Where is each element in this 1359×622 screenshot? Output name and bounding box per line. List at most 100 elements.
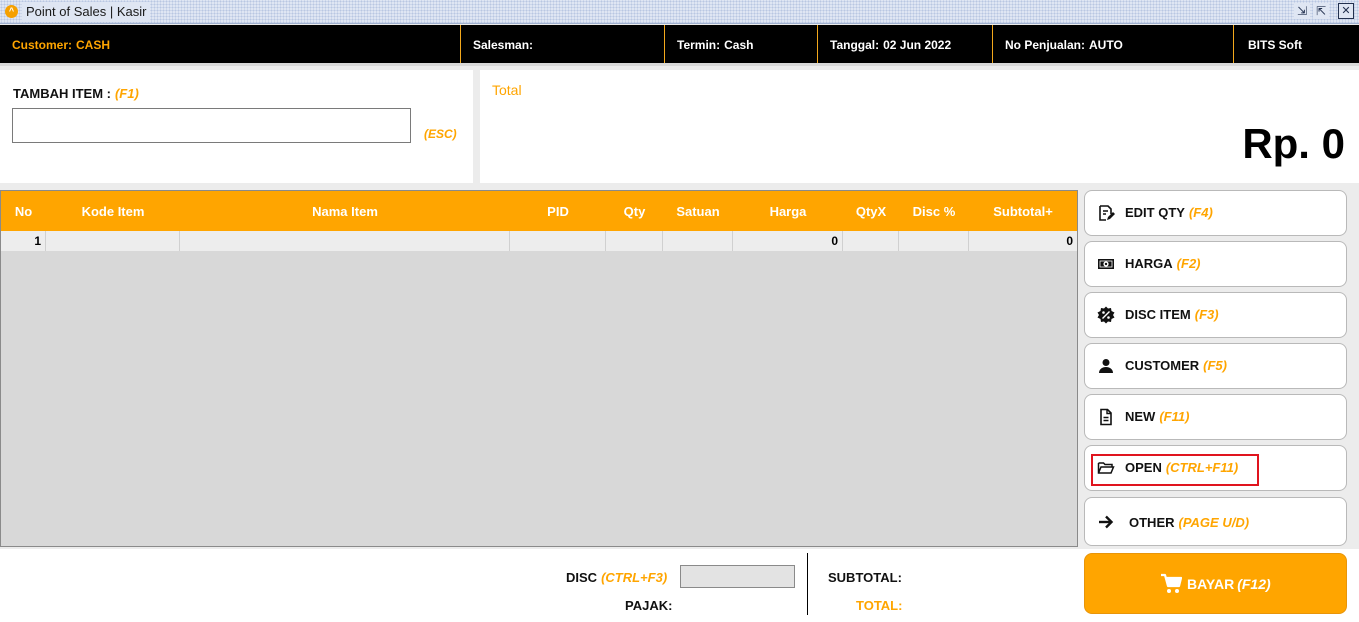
column-header-kode-item[interactable]: Kode Item bbox=[46, 191, 180, 231]
other-label: OTHER (PAGE U/D) bbox=[1129, 515, 1249, 530]
other-button[interactable]: OTHER (PAGE U/D) bbox=[1084, 497, 1347, 546]
items-table[interactable]: No Kode Item Nama Item PID Qty Satuan Ha… bbox=[0, 190, 1078, 547]
harga-label: HARGA (F2) bbox=[1125, 256, 1201, 271]
column-header-no[interactable]: No bbox=[1, 191, 46, 231]
column-header-harga[interactable]: Harga bbox=[733, 191, 843, 231]
cell-kode-item[interactable] bbox=[46, 231, 180, 251]
disc-hotkey: (CTRL+F3) bbox=[601, 570, 668, 585]
open-button[interactable]: OPEN (CTRL+F11) bbox=[1084, 445, 1347, 491]
edit-qty-hotkey: (F4) bbox=[1188, 205, 1213, 220]
add-item-label: TAMBAH ITEM : (F1) bbox=[13, 86, 139, 101]
restore-up-icon[interactable]: ⇱ bbox=[1313, 3, 1329, 19]
table-header: No Kode Item Nama Item PID Qty Satuan Ha… bbox=[1, 191, 1077, 231]
new-button[interactable]: NEW (F11) bbox=[1084, 394, 1347, 440]
table-row[interactable]: 1 0 0 bbox=[1, 231, 1077, 251]
open-text: OPEN bbox=[1125, 460, 1162, 475]
customer-button[interactable]: CUSTOMER (F5) bbox=[1084, 343, 1347, 389]
restore-down-icon[interactable]: ⇲ bbox=[1294, 3, 1310, 19]
bayar-hotkey: (F12) bbox=[1237, 576, 1271, 592]
edit-qty-text: EDIT QTY bbox=[1125, 205, 1185, 220]
add-item-label-text: TAMBAH ITEM : bbox=[13, 86, 111, 101]
column-header-nama-item[interactable]: Nama Item bbox=[180, 191, 510, 231]
close-icon[interactable]: ✕ bbox=[1338, 3, 1354, 19]
total-panel: Total Rp. 0 bbox=[480, 70, 1359, 183]
new-label: NEW (F11) bbox=[1125, 409, 1189, 424]
cell-qty[interactable] bbox=[606, 231, 663, 251]
bayar-button[interactable]: BAYAR (F12) bbox=[1084, 553, 1347, 614]
subtotal-label: SUBTOTAL: bbox=[828, 570, 902, 585]
harga-hotkey: (F2) bbox=[1176, 256, 1201, 271]
discount-badge-icon bbox=[1097, 306, 1115, 324]
brand-label: BITS Soft bbox=[1233, 25, 1359, 63]
disc-label-text: DISC bbox=[566, 570, 598, 585]
title-bar: ^ Point of Sales | Kasir ⇲ ⇱ ✕ bbox=[0, 0, 1359, 24]
money-icon bbox=[1098, 259, 1114, 269]
person-icon bbox=[1099, 359, 1113, 373]
customer-value: CASH bbox=[76, 38, 111, 52]
disc-label: DISC (CTRL+F3) bbox=[566, 570, 667, 585]
add-item-input[interactable] bbox=[12, 108, 411, 143]
add-item-hotkey: (F1) bbox=[114, 86, 139, 101]
termin-value: Cash bbox=[724, 38, 754, 52]
harga-button[interactable]: HARGA (F2) bbox=[1084, 241, 1347, 287]
customer-hotkey: (F5) bbox=[1203, 358, 1227, 373]
cell-harga[interactable]: 0 bbox=[733, 231, 843, 251]
termin-label: Termin: bbox=[677, 38, 721, 52]
customer-label: Customer: bbox=[12, 38, 73, 52]
window-title: Point of Sales | Kasir bbox=[22, 2, 151, 22]
edit-qty-icon bbox=[1099, 205, 1115, 221]
cell-subtotal[interactable]: 0 bbox=[969, 231, 1077, 251]
tanggal-value: 02 Jun 2022 bbox=[883, 38, 952, 52]
other-hotkey: (PAGE U/D) bbox=[1178, 515, 1250, 530]
customer-label: CUSTOMER (F5) bbox=[1125, 358, 1227, 373]
cell-nama-item[interactable] bbox=[180, 231, 510, 251]
arrow-right-icon bbox=[1099, 515, 1114, 529]
pajak-label: PAJAK: bbox=[625, 598, 673, 613]
edit-qty-button[interactable]: EDIT QTY (F4) bbox=[1084, 190, 1347, 236]
cell-disc[interactable] bbox=[899, 231, 969, 251]
salesman-info: Salesman: bbox=[460, 25, 664, 63]
column-header-qty[interactable]: Qty bbox=[606, 191, 663, 231]
column-header-pid[interactable]: PID bbox=[510, 191, 606, 231]
disc-item-button[interactable]: DISC ITEM (F3) bbox=[1084, 292, 1347, 338]
total-amount: Rp. 0 bbox=[1242, 120, 1345, 167]
total-label: Total bbox=[492, 82, 522, 98]
cell-qtyx[interactable] bbox=[843, 231, 899, 251]
pos-window: ^ Point of Sales | Kasir ⇲ ⇱ ✕ Customer:… bbox=[0, 0, 1359, 622]
disc-item-label: DISC ITEM (F3) bbox=[1125, 307, 1219, 322]
open-label: OPEN (CTRL+F11) bbox=[1125, 460, 1238, 475]
summary-footer: DISC (CTRL+F3) PAJAK: SUBTOTAL: TOTAL: bbox=[0, 549, 1078, 622]
tanggal-label: Tanggal: bbox=[830, 38, 880, 52]
column-header-subtotal[interactable]: Subtotal+ bbox=[969, 191, 1077, 231]
column-header-satuan[interactable]: Satuan bbox=[663, 191, 733, 231]
cell-pid[interactable] bbox=[510, 231, 606, 251]
no-penjualan-label: No Penjualan: bbox=[1005, 38, 1086, 52]
disc-item-hotkey: (F3) bbox=[1194, 307, 1219, 322]
customer-info: Customer: CASH bbox=[0, 25, 459, 63]
new-hotkey: (F11) bbox=[1159, 409, 1190, 424]
customer-text: CUSTOMER bbox=[1125, 358, 1200, 373]
termin-info: Termin: Cash bbox=[664, 25, 817, 63]
open-folder-icon bbox=[1097, 462, 1115, 474]
footer-divider bbox=[807, 553, 808, 615]
column-header-qtyx[interactable]: QtyX bbox=[843, 191, 899, 231]
app-logo-icon: ^ bbox=[5, 5, 18, 18]
tanggal-info: Tanggal: 02 Jun 2022 bbox=[817, 25, 992, 63]
disc-input[interactable] bbox=[680, 565, 795, 588]
edit-qty-label: EDIT QTY (F4) bbox=[1125, 205, 1213, 220]
bayar-label: BAYAR (F12) bbox=[1187, 576, 1271, 592]
cell-satuan[interactable] bbox=[663, 231, 733, 251]
header-info-bar: Customer: CASH Salesman: Termin: Cash Tang… bbox=[0, 25, 1359, 66]
total-footer-label: TOTAL: bbox=[856, 598, 903, 613]
column-header-disc[interactable]: Disc % bbox=[899, 191, 969, 231]
cell-no[interactable]: 1 bbox=[1, 231, 46, 251]
bayar-text: BAYAR bbox=[1187, 576, 1235, 592]
esc-hint: (ESC) bbox=[424, 127, 457, 141]
disc-item-text: DISC ITEM bbox=[1125, 307, 1191, 322]
cart-icon bbox=[1161, 573, 1182, 593]
add-item-panel: TAMBAH ITEM : (F1) (ESC) bbox=[0, 70, 473, 183]
salesman-label: Salesman: bbox=[473, 38, 534, 52]
new-text: NEW bbox=[1125, 409, 1156, 424]
new-document-icon bbox=[1100, 408, 1112, 426]
no-penjualan-info: No Penjualan: AUTO bbox=[992, 25, 1233, 63]
